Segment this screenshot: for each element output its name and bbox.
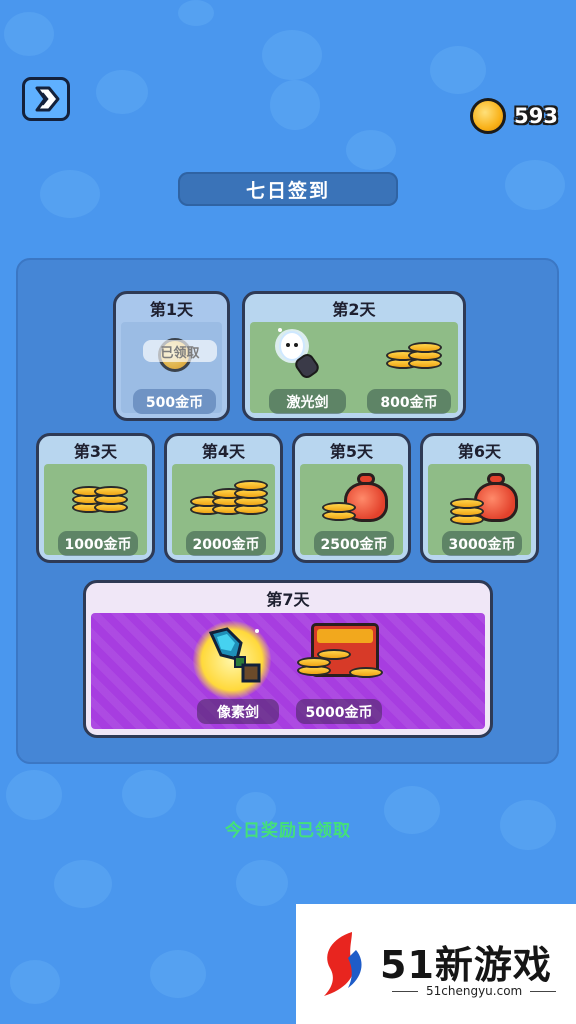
coin-icon [470,98,507,134]
money-bag-icon [448,470,528,526]
day-card-7[interactable]: 第7天 像素剑 5000金币 [83,580,493,738]
brand-logo-icon [324,932,362,996]
coin-stack-icon [386,338,446,382]
watermark: 51新游戏 51chengyu.com [296,904,576,1024]
pixel-sword-icon [208,627,261,683]
coin-stack-icon [190,474,270,524]
day-card-1[interactable]: 第1天 已领取 500金币 [113,291,230,421]
day-card-5[interactable]: 第5天 2500金币 [292,433,411,563]
money-bag-icon [320,470,400,526]
day-label: 第5天 [329,441,374,461]
coin-count: 593 [514,104,558,128]
day-card-6[interactable]: 第6天 3000金币 [420,433,539,563]
day-card-body: 3000金币 [428,464,531,556]
day-card-4[interactable]: 第4天 2000金币 [164,433,283,563]
day-label: 第2天 [332,299,376,319]
coin-balance: 593 [470,98,558,134]
reward-label: 5000金币 [296,699,382,724]
day-card-body: 2500金币 [300,464,403,556]
coin-stack-icon [72,480,132,524]
treasure-chest-icon [297,619,387,685]
day-card-3[interactable]: 第3天 1000金币 [36,433,155,563]
reward-label: 2000金币 [186,531,266,556]
page-title: 七日签到 [178,172,398,206]
day-label: 第1天 [149,299,194,319]
reward-label: 1000金币 [58,531,138,556]
day-label: 第4天 [201,441,246,461]
laser-sword-icon [275,328,319,378]
watermark-url: 51chengyu.com [392,984,557,998]
day-label: 第7天 [266,589,310,609]
day-card-body: 2000金币 [172,464,275,556]
back-arrow-icon [35,86,60,112]
day-card-2[interactable]: 第2天 激光剑 800金币 [242,291,466,421]
back-button[interactable] [22,77,70,121]
day-card-body: 1000金币 [44,464,147,556]
reward-label: 2500金币 [314,531,394,556]
day-card-body: 已领取 500金币 [121,322,222,414]
reward-label: 3000金币 [442,531,522,556]
day-card-body: 像素剑 5000金币 [91,613,485,729]
day-label: 第6天 [457,441,502,461]
reward-label: 像素剑 [197,699,279,724]
status-message: 今日奖励已领取 [225,821,351,841]
day-card-body: 激光剑 800金币 [250,322,458,414]
reward-label: 800金币 [367,389,451,414]
reward-label: 激光剑 [269,389,346,414]
watermark-url-text: 51chengyu.com [426,984,523,998]
day-label: 第3天 [73,441,118,461]
reward-label: 500金币 [133,389,216,414]
claimed-badge: 已领取 [143,340,217,362]
watermark-brand: 51新游戏 [380,943,552,987]
